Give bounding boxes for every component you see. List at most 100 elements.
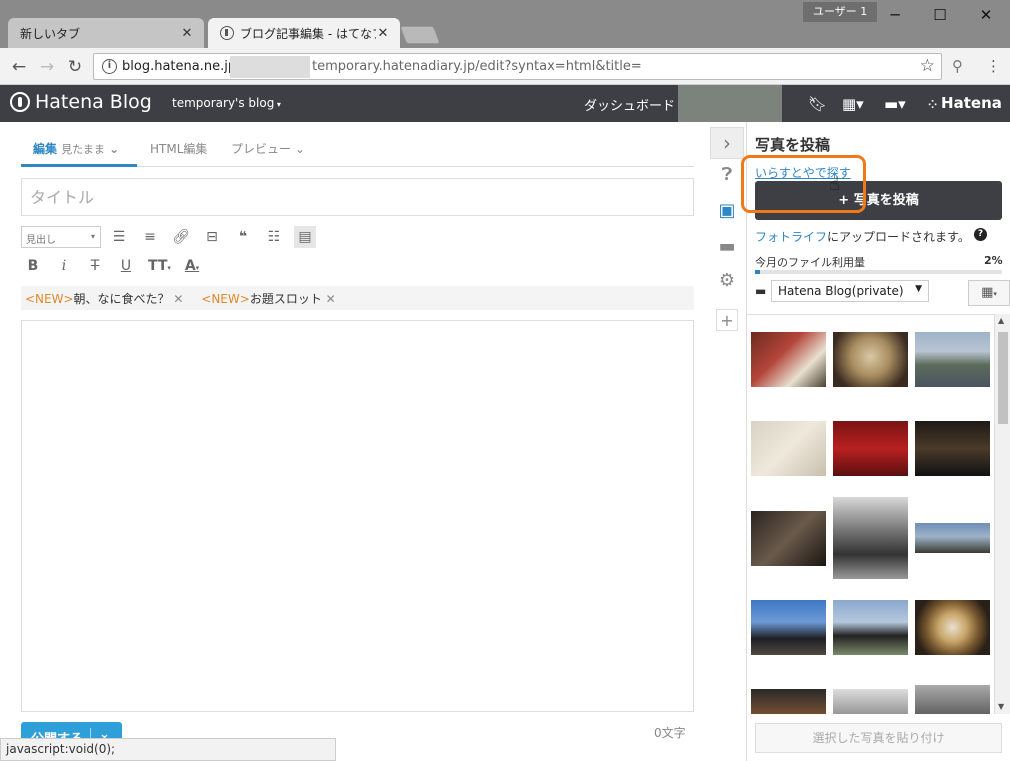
active-tab-indicator xyxy=(21,164,137,167)
more-separator-icon[interactable]: ⊟ xyxy=(201,226,223,248)
gear-icon[interactable]: ⚙ xyxy=(716,270,738,292)
body-editor[interactable] xyxy=(21,320,694,712)
bookmark-icon[interactable]: 🔖︎ xyxy=(808,95,827,113)
heading-select[interactable]: 見出し ▾ xyxy=(21,226,101,248)
caret-down-icon: ▾ xyxy=(274,100,281,109)
grid-view-icon[interactable]: ▦▾ xyxy=(968,280,1010,306)
maximize-icon[interactable]: ☐ xyxy=(917,0,963,30)
tab-edit[interactable]: 編集 見たまま ⌄ xyxy=(33,140,119,157)
fotolife-link[interactable]: フォトライフ xyxy=(755,230,827,244)
address-bar[interactable]: i blog.hatena.ne.jp temporary.hatenadiar… xyxy=(93,53,942,80)
photo-thumbnail[interactable] xyxy=(915,523,990,553)
new-label: <NEW> xyxy=(201,292,250,306)
tab-blog-edit[interactable]: ブログ記事編集 - はてなブロ ✕ xyxy=(208,18,400,48)
photo-thumbnail[interactable] xyxy=(751,600,826,655)
paragraph-format-icon[interactable]: ☷ xyxy=(263,226,285,248)
bookmark-star-icon[interactable]: ☆ xyxy=(920,56,935,76)
italic-icon[interactable]: i xyxy=(53,255,75,277)
photo-thumbnail[interactable] xyxy=(915,600,990,655)
usage-bar-fill xyxy=(755,270,760,274)
underline-icon[interactable]: U xyxy=(115,255,137,277)
photo-thumbnail[interactable] xyxy=(833,600,908,655)
scrollbar-thumb[interactable] xyxy=(998,332,1008,424)
photo-thumbnail[interactable] xyxy=(751,689,826,714)
collapse-panel-icon[interactable]: › xyxy=(710,127,744,159)
menu-icon[interactable]: ⋮ xyxy=(986,57,1001,75)
new-tab-button[interactable] xyxy=(399,26,441,44)
tab-close-icon[interactable]: ✕ xyxy=(180,26,194,41)
logo-text: Hatena Blog xyxy=(35,91,152,113)
char-count: 0文字 xyxy=(654,726,686,740)
apps-grid-icon[interactable]: ▦▾ xyxy=(842,95,864,113)
title-bar: 新しいタブ ✕ ブログ記事編集 - はてなブロ ✕ ユーザー 1 ─ ☐ ✕ xyxy=(0,0,1010,48)
minimize-icon[interactable]: ─ xyxy=(872,0,918,30)
folder-icon: ▬ xyxy=(755,284,767,298)
scroll-down-icon[interactable]: ▼ xyxy=(998,702,1004,711)
user-area-redacted[interactable] xyxy=(678,85,782,122)
paste-selected-button[interactable]: 選択した写真を貼り付け xyxy=(755,723,1002,753)
usage-label: 今月のファイル利用量 xyxy=(755,256,865,269)
strikethrough-icon[interactable]: T xyxy=(84,255,106,277)
scrollbar[interactable]: ▲ ▼ xyxy=(994,314,1010,714)
tag-close-icon[interactable]: ✕ xyxy=(322,292,336,306)
plus-icon[interactable]: + xyxy=(716,309,738,331)
editor-area: 編集 見たまま ⌄ HTML編集 プレビュー ⌄ 見出し ▾ ☰ ≡ 🔗︎ ⊟ … xyxy=(0,122,707,761)
user-badge[interactable]: ユーザー 1 xyxy=(803,2,878,22)
dashboard-link[interactable]: ダッシュボード xyxy=(584,95,675,114)
tag-label: お題スロット xyxy=(249,292,322,306)
reload-icon[interactable]: ↻ xyxy=(64,56,86,78)
url-host: blog.hatena.ne.jp xyxy=(122,59,237,74)
text-color-icon[interactable]: A▾ xyxy=(181,255,203,277)
photo-icon[interactable]: ▣ xyxy=(716,200,738,222)
help-icon[interactable]: ❓︎ xyxy=(716,164,738,186)
photo-thumbnail[interactable] xyxy=(915,421,990,476)
tag-item[interactable]: <NEW>お題スロット xyxy=(201,292,322,306)
scroll-up-icon[interactable]: ▲ xyxy=(998,316,1004,325)
tab-html-edit[interactable]: HTML編集 xyxy=(150,140,207,157)
extension-icon[interactable]: ⚲ xyxy=(952,57,963,75)
photo-thumbnail[interactable] xyxy=(833,332,908,387)
tag-close-icon[interactable]: ✕ xyxy=(170,292,183,306)
photo-thumbnail[interactable] xyxy=(915,332,990,387)
hatena-blog-logo[interactable]: Hatena Blog xyxy=(10,91,152,113)
back-icon[interactable]: ← xyxy=(8,56,30,78)
photo-thumbnail[interactable] xyxy=(833,497,908,579)
tab-close-icon[interactable]: ✕ xyxy=(376,26,390,41)
hatena-brand-link[interactable]: ⁘ Hatena xyxy=(928,94,1002,112)
bullet-list-icon[interactable]: ☰ xyxy=(108,226,130,248)
forward-icon[interactable]: → xyxy=(36,56,58,78)
folder-icon[interactable]: ▬ xyxy=(716,236,738,258)
link-icon[interactable]: 🔗︎ xyxy=(170,226,192,248)
info-icon[interactable]: i xyxy=(102,59,117,74)
album-row: ▬ Hatena Blog(private) ▼ ▦▾ xyxy=(755,280,1010,306)
title-input[interactable] xyxy=(21,178,694,216)
select-arrow-icon: ▾ xyxy=(90,232,95,241)
numbered-list-icon[interactable]: ≡ xyxy=(139,226,161,248)
comment-icon[interactable]: ▬▾ xyxy=(884,95,906,113)
tab-preview[interactable]: プレビュー ⌄ xyxy=(231,140,305,157)
blog-name: temporary's blog xyxy=(172,96,275,110)
photo-thumbnail[interactable] xyxy=(915,685,990,714)
bold-icon[interactable]: B xyxy=(22,255,44,277)
highlight-annotation xyxy=(741,155,866,213)
photo-grid xyxy=(747,314,994,714)
tab-preview-label: プレビュー xyxy=(231,142,292,156)
tag-label: 朝、なに食べた？ xyxy=(73,292,170,306)
photo-thumbnail[interactable] xyxy=(751,332,826,387)
table-icon[interactable]: ▤ xyxy=(294,226,316,248)
photo-thumbnail[interactable] xyxy=(751,421,826,476)
blog-selector[interactable]: temporary's blog ▾ xyxy=(172,96,281,110)
album-select[interactable]: Hatena Blog(private) ▼ xyxy=(771,280,929,302)
font-size-icon[interactable]: TT▾ xyxy=(148,255,171,277)
photo-thumbnail[interactable] xyxy=(833,689,908,714)
blockquote-icon[interactable]: ❝ xyxy=(232,226,254,248)
hatena-logo-icon xyxy=(10,92,30,112)
tab-new[interactable]: 新しいタブ ✕ xyxy=(8,18,204,48)
topic-tags: <NEW>朝、なに食べた？ ✕ <NEW>お題スロット ✕ xyxy=(21,286,694,310)
photo-thumbnail[interactable] xyxy=(751,511,826,566)
tag-item[interactable]: <NEW>朝、なに食べた？ xyxy=(25,292,170,306)
photo-thumbnail[interactable] xyxy=(833,421,908,476)
sidebar-icons: › ❓︎ ▣ ▬ ⚙ + xyxy=(707,122,747,761)
help-icon[interactable]: ? xyxy=(974,228,987,241)
close-window-icon[interactable]: ✕ xyxy=(963,0,1009,30)
